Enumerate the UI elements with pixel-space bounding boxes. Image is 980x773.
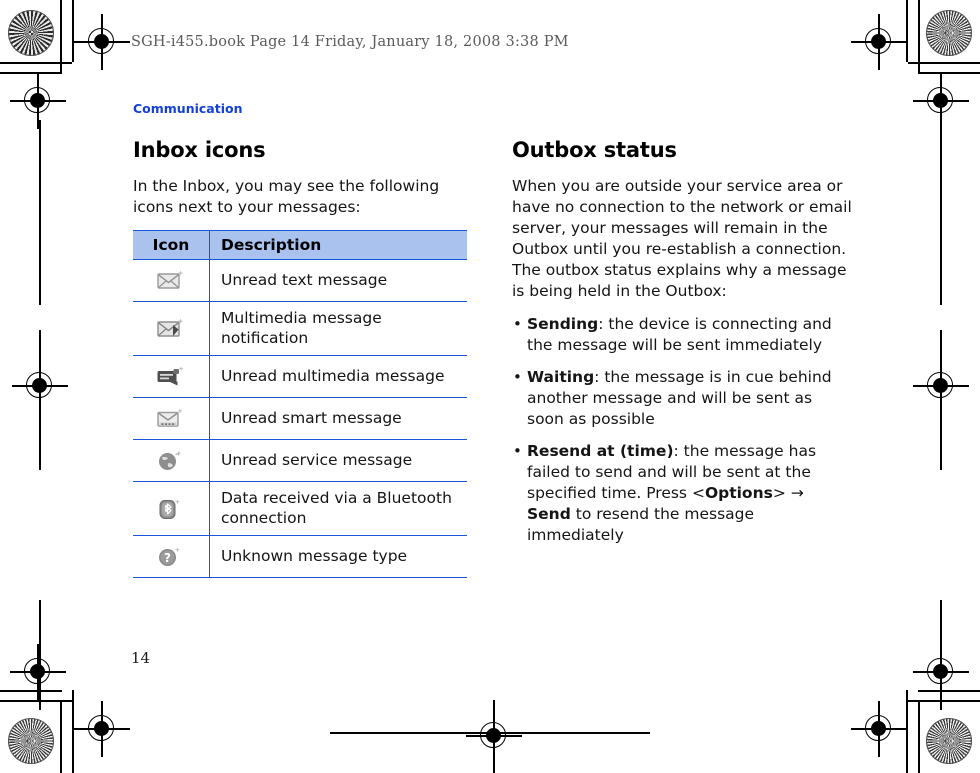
row-description: Unread service message <box>209 439 467 482</box>
row-description: Unread multimedia message <box>209 355 467 398</box>
table-row: Data received via a Bluetooth connection <box>133 481 467 536</box>
row-description: Data received via a Bluetooth connection <box>209 481 467 536</box>
chapter-label: Communication <box>133 101 243 116</box>
registration-crosshair-left-mid <box>12 358 68 414</box>
table-header-description: Description <box>209 230 467 260</box>
unread-multimedia-message-icon <box>133 355 210 398</box>
inbox-icons-table: Icon Description Unread text message Mul… <box>133 230 467 578</box>
bluetooth-icon <box>156 495 186 523</box>
row-description: Multimedia message notification <box>209 301 467 356</box>
envelope-sparkle-icon <box>156 267 186 295</box>
registration-crosshair-bottom-right <box>851 701 907 757</box>
row-description: Unknown message type <box>209 535 467 578</box>
outbox-status-intro: When you are outside your service area o… <box>512 177 852 300</box>
outbox-status-heading: Outbox status <box>512 138 677 162</box>
envelope-notification-icon <box>156 315 186 343</box>
registration-crosshair-bottom-left <box>74 701 130 757</box>
inbox-icons-intro: In the Inbox, you may see the following … <box>133 177 440 216</box>
row-description: Unread smart message <box>209 397 467 440</box>
smart-envelope-icon <box>156 405 186 433</box>
print-header-text: SGH-i455.book Page 14 Friday, January 18… <box>131 34 569 50</box>
table-header-row: Icon Description <box>133 230 467 260</box>
unread-smart-message-icon <box>133 397 210 440</box>
multimedia-slide-icon <box>156 363 186 391</box>
registration-crosshair-top-left <box>74 14 130 70</box>
registration-rosette-top-left <box>8 10 54 56</box>
registration-crosshair-top-left-lower <box>10 73 66 129</box>
arrow-separator: → <box>785 484 804 502</box>
registration-crosshair-bottom-left-upper <box>10 644 66 700</box>
bullet-term: Waiting <box>527 368 595 386</box>
registration-crosshair-right-mid <box>913 358 969 414</box>
table-row: ? Unknown message type <box>133 535 467 578</box>
list-item: Waiting: the message is in cue behind an… <box>512 367 852 430</box>
svg-text:?: ? <box>164 551 171 565</box>
unknown-message-type-icon: ? <box>133 535 210 578</box>
table-row: Unread multimedia message <box>133 355 467 398</box>
bullet-term: Resend at (time) <box>527 442 674 460</box>
trim-line-bottom-right-v <box>918 700 920 773</box>
inbox-icons-heading: Inbox icons <box>133 138 266 162</box>
page-number: 14 <box>131 649 151 667</box>
list-item: Resend at (time): the message has failed… <box>512 441 852 546</box>
table-row: Unread service message <box>133 439 467 482</box>
list-item: Sending: the device is connecting and th… <box>512 314 852 356</box>
globe-icon <box>156 447 186 475</box>
document-page: SGH-i455.book Page 14 Friday, January 18… <box>0 0 980 773</box>
bluetooth-data-received-icon <box>133 481 210 536</box>
multimedia-message-notification-icon <box>133 301 210 356</box>
trim-line-left-mid-v <box>39 120 41 305</box>
registration-crosshair-top-right <box>851 14 907 70</box>
unread-service-message-icon <box>133 439 210 482</box>
trim-line-top-right-v <box>918 0 920 72</box>
outbox-status-list: Sending: the device is connecting and th… <box>512 314 852 546</box>
trim-line-top-left-v <box>60 0 62 72</box>
key-reference-options: <Options> <box>691 484 786 502</box>
question-mark-circle-icon: ? <box>156 543 186 571</box>
trim-line-bottom-left-v <box>60 700 62 773</box>
unread-text-message-icon <box>133 259 210 302</box>
table-row: Multimedia message notification <box>133 301 467 356</box>
row-description: Unread text message <box>209 259 467 302</box>
table-row: Unread text message <box>133 259 467 302</box>
registration-crosshair-bottom-center <box>466 708 522 764</box>
registration-crosshair-top-right-lower <box>913 73 969 129</box>
registration-crosshair-bottom-right-upper <box>913 644 969 700</box>
table-header-icon: Icon <box>133 230 210 260</box>
right-column: Outbox status When you are outside your … <box>512 138 852 557</box>
left-column: Inbox icons In the Inbox, you may see th… <box>133 138 473 578</box>
trim-line-right-mid-v <box>940 120 942 305</box>
registration-rosette-bottom-left <box>8 718 54 764</box>
bullet-term: Sending <box>527 315 599 333</box>
table-row: Unread smart message <box>133 397 467 440</box>
registration-rosette-bottom-right <box>926 718 972 764</box>
registration-rosette-top-right <box>926 10 972 56</box>
key-reference-send: Send <box>527 505 571 523</box>
